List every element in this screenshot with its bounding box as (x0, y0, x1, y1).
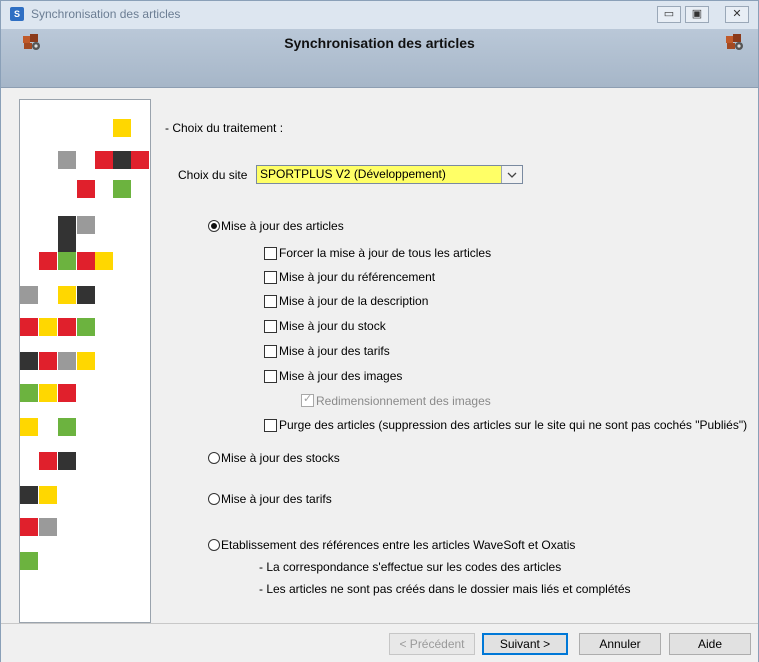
mosaic-square (39, 518, 57, 536)
chevron-down-icon[interactable] (501, 166, 522, 183)
mosaic-square (77, 286, 95, 304)
mosaic-square (58, 252, 76, 270)
mosaic-square (20, 384, 38, 402)
radio-update-stocks[interactable] (208, 452, 220, 464)
mosaic-square (39, 252, 57, 270)
prices-label: Mise à jour des tarifs (279, 344, 390, 358)
mosaic-square (58, 234, 76, 252)
mosaic-square (39, 384, 57, 402)
checkbox-stock[interactable] (264, 320, 277, 333)
minimize-button[interactable]: ▭ (657, 6, 681, 23)
mosaic-square (77, 318, 95, 336)
window-title: Synchronisation des articles (31, 7, 181, 21)
mosaic-square (113, 151, 131, 169)
mosaic-square (39, 452, 57, 470)
section-label: - Choix du traitement : (165, 121, 284, 135)
mosaic-square (39, 352, 57, 370)
mosaic-square (58, 216, 76, 234)
references-label: Etablissement des références entre les a… (221, 538, 576, 552)
app-icon: S (10, 7, 24, 21)
header-title: Synchronisation des articles (284, 35, 475, 51)
references-note-2: - Les articles ne sont pas créés dans le… (259, 582, 631, 596)
force-update-label: Forcer la mise à jour de tous les articl… (279, 246, 492, 260)
mosaic-square (20, 418, 38, 436)
mosaic-square (20, 352, 38, 370)
update-prices-label: Mise à jour des tarifs (221, 492, 332, 506)
decorative-mosaic-panel (19, 99, 151, 623)
mosaic-square (113, 119, 131, 137)
app-window: S Synchronisation des articles ▭ ▣ ✕ Syn… (0, 0, 759, 662)
mosaic-square (77, 216, 95, 234)
previous-button[interactable]: < Précédent (389, 633, 475, 655)
mosaic-square (95, 252, 113, 270)
next-button[interactable]: Suivant > (482, 633, 568, 655)
checkbox-purge[interactable] (264, 419, 277, 432)
maximize-button[interactable]: ▣ (685, 6, 709, 23)
purge-label: Purge des articles (suppression des arti… (279, 418, 748, 432)
mosaic-square (58, 452, 76, 470)
checkbox-referencing[interactable] (264, 271, 277, 284)
checkbox-description[interactable] (264, 295, 277, 308)
update-stocks-label: Mise à jour des stocks (221, 451, 340, 465)
mosaic-square (58, 352, 76, 370)
site-select-value: SPORTPLUS V2 (Développement) (260, 167, 446, 181)
mosaic-square (77, 180, 95, 198)
mosaic-square (20, 318, 38, 336)
sync-gear-icon (726, 34, 743, 50)
mosaic-square (58, 286, 76, 304)
radio-update-prices[interactable] (208, 493, 220, 505)
mosaic-square (58, 151, 76, 169)
mosaic-square (95, 151, 113, 169)
checkbox-force-update[interactable] (264, 247, 277, 260)
site-select[interactable]: SPORTPLUS V2 (Développement) (256, 165, 523, 184)
mosaic-square (20, 518, 38, 536)
update-articles-label: Mise à jour des articles (221, 219, 344, 233)
mosaic-square (20, 486, 38, 504)
mosaic-square (20, 552, 38, 570)
mosaic-square (113, 180, 131, 198)
mosaic-square (58, 384, 76, 402)
mosaic-square (39, 318, 57, 336)
resize-images-label: Redimensionnement des images (316, 394, 491, 408)
checkbox-resize-images (301, 392, 314, 407)
mosaic-square (77, 352, 95, 370)
title-bar: S Synchronisation des articles ▭ ▣ ✕ (1, 1, 758, 29)
description-label: Mise à jour de la description (279, 294, 429, 308)
images-label: Mise à jour des images (279, 369, 403, 383)
radio-references[interactable] (208, 539, 220, 551)
mosaic-square (77, 252, 95, 270)
cancel-button[interactable]: Annuler (579, 633, 661, 655)
stock-label: Mise à jour du stock (279, 319, 386, 333)
mosaic-square (58, 418, 76, 436)
mosaic-square (131, 151, 149, 169)
checkbox-images[interactable] (264, 370, 277, 383)
mosaic-square (58, 318, 76, 336)
help-button[interactable]: Aide (669, 633, 751, 655)
mosaic-square (39, 486, 57, 504)
mosaic-square (20, 286, 38, 304)
close-button[interactable]: ✕ (725, 6, 749, 23)
radio-update-articles[interactable] (208, 220, 220, 232)
site-label: Choix du site (178, 168, 248, 182)
references-note-1: - La correspondance s'effectue sur les c… (259, 560, 562, 574)
checkbox-prices[interactable] (264, 345, 277, 358)
referencing-label: Mise à jour du référencement (279, 270, 436, 284)
